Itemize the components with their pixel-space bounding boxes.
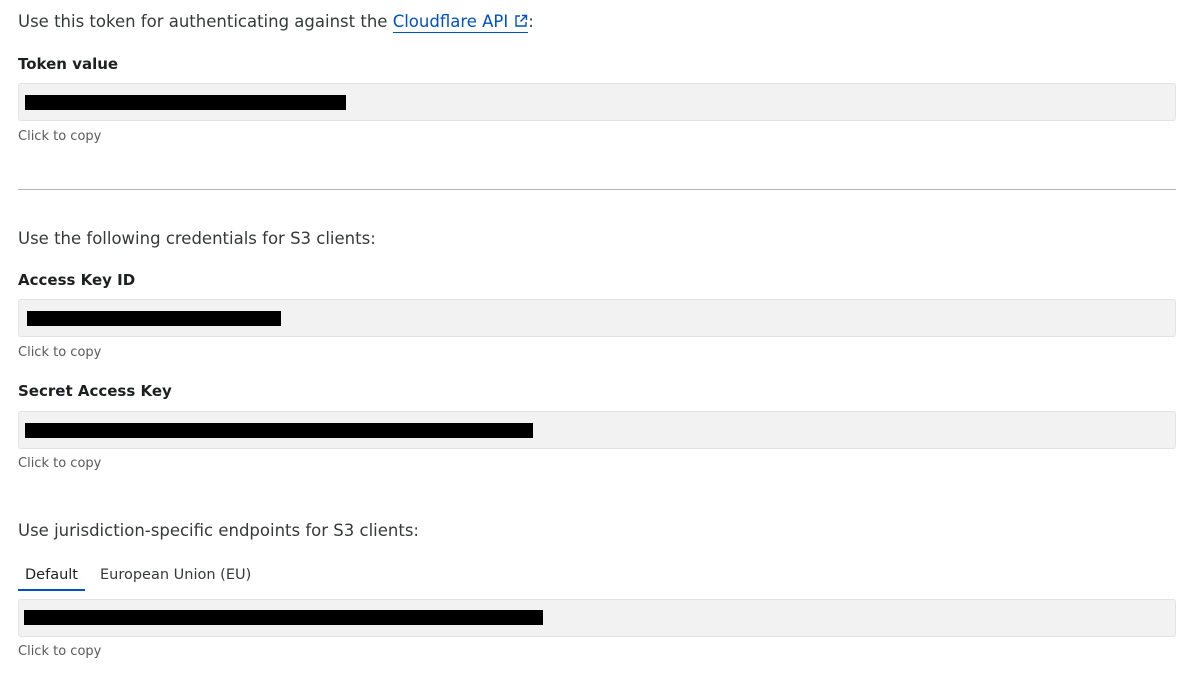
token-value-field[interactable] (18, 83, 1176, 121)
secret-key-copy-hint[interactable]: Click to copy (18, 455, 101, 473)
secret-access-key-field[interactable] (18, 411, 1176, 449)
api-intro-text: Use this token for authenticating agains… (18, 11, 534, 33)
api-intro-prefix: Use this token for authenticating agains… (18, 12, 393, 31)
secret-access-key-label: Secret Access Key (18, 382, 172, 400)
endpoint-copy-hint[interactable]: Click to copy (18, 643, 101, 661)
access-key-id-field[interactable] (18, 299, 1176, 337)
endpoint-url-field[interactable] (18, 599, 1176, 637)
redacted-endpoint-url (24, 610, 543, 625)
section-divider (18, 189, 1176, 190)
token-copy-hint[interactable]: Click to copy (18, 128, 101, 146)
tab-default[interactable]: Default (18, 565, 85, 591)
api-intro-suffix: : (528, 12, 534, 31)
cloudflare-api-link[interactable]: Cloudflare API (392, 12, 529, 33)
redacted-access-key-id (27, 311, 281, 326)
external-link-icon (515, 14, 528, 27)
s3-intro-text: Use the following credentials for S3 cli… (18, 229, 376, 248)
redacted-token-value (25, 95, 346, 110)
tab-european-union[interactable]: European Union (EU) (93, 565, 258, 591)
token-value-label: Token value (18, 55, 119, 73)
cloudflare-api-link-label: Cloudflare API (392, 12, 509, 31)
access-key-id-label: Access Key ID (18, 271, 136, 289)
endpoints-intro-text: Use jurisdiction-specific endpoints for … (18, 521, 419, 540)
access-key-copy-hint[interactable]: Click to copy (18, 344, 101, 362)
redacted-secret-access-key (25, 423, 533, 438)
jurisdiction-tabs: Default European Union (EU) (18, 565, 266, 591)
